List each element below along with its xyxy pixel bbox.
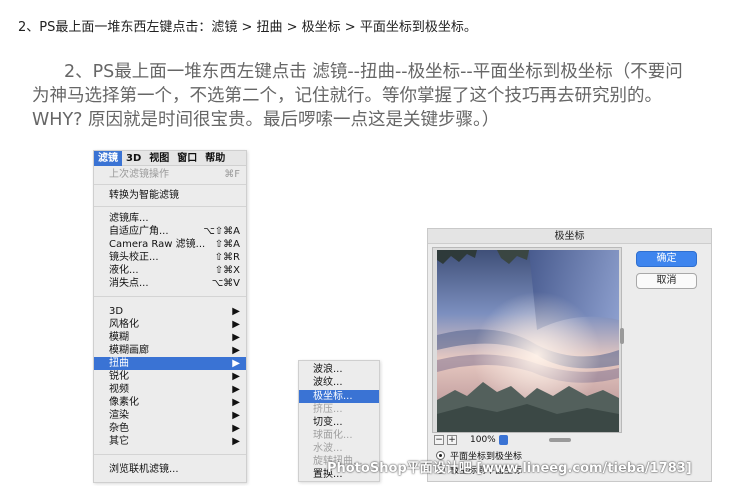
menubar-item-window[interactable]: 窗口: [173, 151, 201, 166]
section-heading: 2、PS最上面一堆东西左键点击：滤镜 > 扭曲 > 极坐标 > 平面坐标到极坐标…: [18, 20, 477, 35]
zoom-controls: − + 100%: [434, 434, 624, 446]
watermark: PhotoShop平面设计吧 [www.lineeg.com/tieba/178…: [327, 461, 692, 476]
ok-button[interactable]: 确定: [636, 251, 697, 267]
menu-item-shortcut: ⌥⇧⌘A: [203, 226, 240, 237]
menu-item-lens-correction[interactable]: 镜头校正... ⇧⌘R: [94, 251, 246, 264]
menu-item-liquify[interactable]: 液化... ⇧⌘X: [94, 264, 246, 277]
menu-item-convert-smart-filter[interactable]: 转换为智能滤镜: [94, 189, 246, 202]
menu-item-shortcut: ⌥⌘V: [211, 278, 240, 289]
menu-item-label: 模糊画廊: [109, 345, 149, 356]
menu-item-blur-gallery[interactable]: 模糊画廊 ▶: [94, 344, 246, 357]
menu-item-label: 其它: [109, 436, 129, 447]
cancel-button[interactable]: 取消: [636, 273, 697, 289]
menu-item-label: 浏览联机滤镜...: [109, 464, 179, 475]
menu-item-label: 自适应广角...: [109, 226, 169, 237]
menu-item-label: Camera Raw 滤镜...: [109, 239, 206, 250]
menu-item-label: 转换为智能滤镜: [109, 190, 179, 201]
submenu-item-zigzag: 水波...: [313, 443, 343, 454]
submenu-item-polar-coordinates[interactable]: 极坐标...: [299, 390, 379, 403]
polar-coordinates-dialog: 极坐标 − + 100% 确定 取消 平面坐标到极坐标 极坐标到平面坐标: [427, 228, 712, 482]
submenu-arrow-icon: ▶: [232, 345, 240, 356]
menu-item-filter-gallery[interactable]: 滤镜库...: [94, 212, 246, 225]
zoom-out-button[interactable]: −: [434, 435, 444, 445]
menu-item-shortcut: ⇧⌘R: [214, 252, 240, 263]
paragraph-line-2: 为神马选择第一个，不选第二个，记住就行。等你掌握了这个技巧再去研究别的。: [32, 86, 662, 106]
menu-separator: [94, 296, 246, 297]
instruction-paragraph: 2、PS最上面一堆东西左键点击 滤镜--扭曲--极坐标--平面坐标到极坐标（不要…: [32, 60, 714, 132]
menu-separator: [94, 454, 246, 455]
paragraph-line-3: WHY? 原因就是时间很宝贵。最后啰嗦一点这是关键步骤。）: [32, 110, 500, 130]
menu-separator: [94, 206, 246, 207]
menu-item-label: 液化...: [109, 265, 139, 276]
menu-item-noise[interactable]: 杂色 ▶: [94, 422, 246, 435]
submenu-item-pinch: 挤压...: [313, 404, 343, 415]
menu-item-label: 模糊: [109, 332, 129, 343]
submenu-item-wave[interactable]: 波浪...: [299, 363, 379, 376]
menubar: 滤镜 3D 视图 窗口 帮助: [94, 150, 246, 166]
submenu-arrow-icon: ▶: [232, 371, 240, 382]
submenu-arrow-icon: ▶: [232, 436, 240, 447]
menu-item-blur[interactable]: 模糊 ▶: [94, 331, 246, 344]
menu-item-stylize[interactable]: 风格化 ▶: [94, 318, 246, 331]
submenu-item-shear[interactable]: 切变...: [299, 416, 379, 429]
filter-menu: 滤镜 3D 视图 窗口 帮助 上次滤镜操作 ⌘F 转换为智能滤镜 滤镜库... …: [93, 150, 247, 483]
menu-item-video[interactable]: 视频 ▶: [94, 383, 246, 396]
menu-item-label: 渲染: [109, 410, 129, 421]
submenu-arrow-icon: ▶: [232, 410, 240, 421]
menu-item-camera-raw[interactable]: Camera Raw 滤镜... ⇧⌘A: [94, 238, 246, 251]
menu-item-pixelate[interactable]: 像素化 ▶: [94, 396, 246, 409]
menu-separator: [94, 184, 246, 185]
submenu-arrow-icon: ▶: [232, 397, 240, 408]
submenu-arrow-icon: ▶: [232, 358, 240, 369]
menu-item-label: 视频: [109, 384, 129, 395]
menu-item-adaptive-wide-angle[interactable]: 自适应广角... ⌥⇧⌘A: [94, 225, 246, 238]
menu-item-label: 风格化: [109, 319, 139, 330]
menu-item-shortcut: ⌘F: [224, 169, 240, 180]
menu-item-label: 上次滤镜操作: [109, 169, 169, 180]
menu-item-label: 锐化: [109, 371, 129, 382]
menu-item-shortcut: ⇧⌘A: [214, 239, 240, 250]
menubar-item-filter[interactable]: 滤镜: [94, 150, 122, 166]
submenu-arrow-icon: ▶: [232, 384, 240, 395]
menu-item-shortcut: ⇧⌘X: [214, 265, 240, 276]
submenu-arrow-icon: ▶: [232, 306, 240, 317]
menu-item-label: 镜头校正...: [109, 252, 159, 263]
zoom-dropdown-icon[interactable]: [498, 435, 508, 445]
menubar-item-3d[interactable]: 3D: [122, 151, 145, 166]
menu-item-other[interactable]: 其它 ▶: [94, 435, 246, 448]
preview-horizontal-scrollbar[interactable]: [548, 438, 571, 442]
zoom-in-button[interactable]: +: [447, 435, 457, 445]
preview-vertical-scrollbar[interactable]: [620, 328, 624, 344]
preview-image: [437, 250, 619, 432]
paragraph-line-1: 2、PS最上面一堆东西左键点击 滤镜--扭曲--极坐标--平面坐标到极坐标（不要…: [64, 62, 683, 82]
dialog-title: 极坐标: [428, 229, 711, 244]
menu-item-browse-online-filters[interactable]: 浏览联机滤镜...: [94, 463, 246, 476]
menu-item-label: 消失点...: [109, 278, 149, 289]
menubar-item-view[interactable]: 视图: [145, 151, 173, 166]
menu-item-3d[interactable]: 3D ▶: [94, 305, 246, 318]
menu-item-vanishing-point[interactable]: 消失点... ⌥⌘V: [94, 277, 246, 290]
menu-item-label: 杂色: [109, 423, 129, 434]
preview-artwork: [437, 250, 619, 432]
menu-item-render[interactable]: 渲染 ▶: [94, 409, 246, 422]
submenu-arrow-icon: ▶: [232, 423, 240, 434]
submenu-arrow-icon: ▶: [232, 319, 240, 330]
menu-item-last-filter: 上次滤镜操作 ⌘F: [94, 168, 246, 181]
menu-item-label: 扭曲: [109, 358, 129, 369]
submenu-item-ripple[interactable]: 波纹...: [299, 376, 379, 389]
menu-item-label: 滤镜库...: [109, 213, 149, 224]
menubar-item-help[interactable]: 帮助: [201, 151, 229, 166]
preview-panel: [432, 247, 624, 433]
submenu-item-spherize: 球面化...: [313, 430, 353, 441]
menu-item-label: 像素化: [109, 397, 139, 408]
zoom-level: 100%: [470, 435, 496, 445]
menu-item-distort[interactable]: 扭曲 ▶: [94, 357, 246, 370]
menu-item-label: 3D: [109, 306, 124, 317]
submenu-arrow-icon: ▶: [232, 332, 240, 343]
menu-item-sharpen[interactable]: 锐化 ▶: [94, 370, 246, 383]
